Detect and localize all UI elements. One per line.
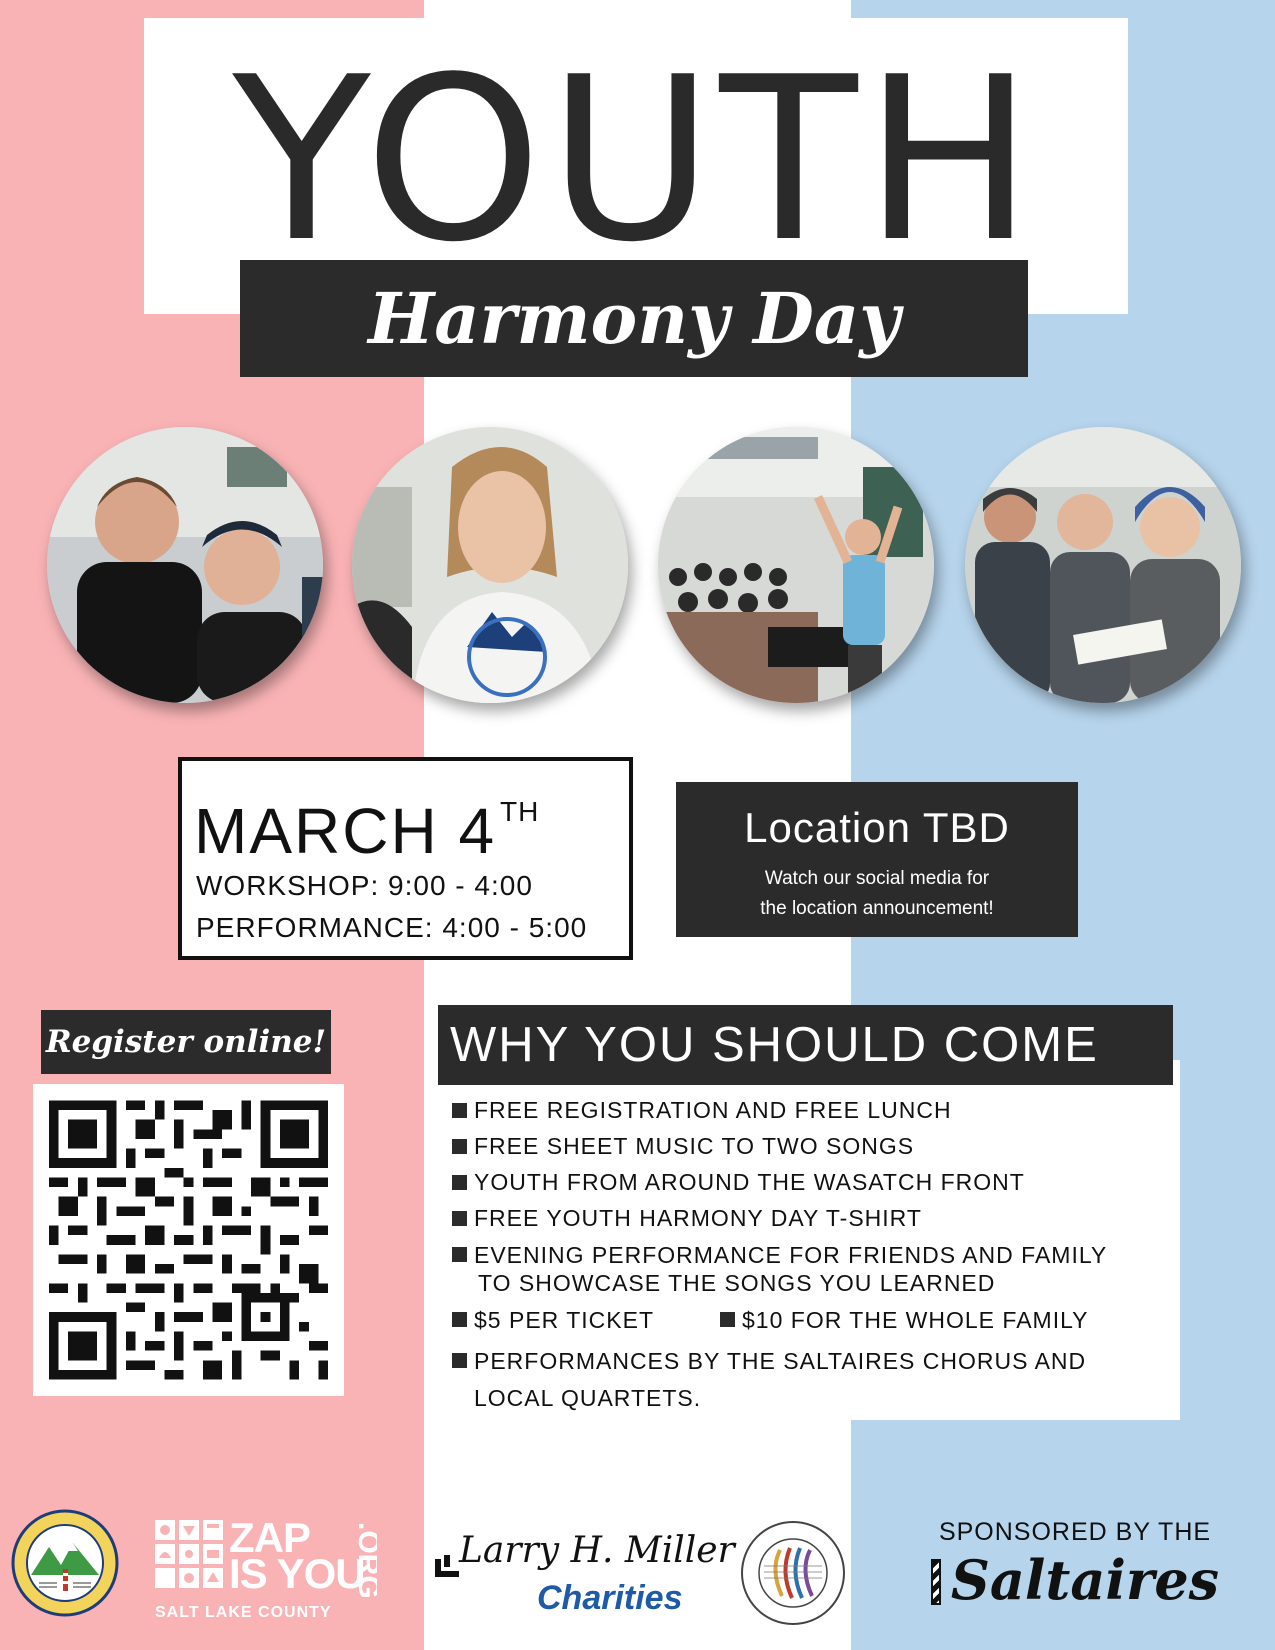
list-item: EVENING PERFORMANCE FOR FRIENDS AND FAMI… <box>450 1241 1170 1297</box>
photo-students-seated <box>965 427 1241 703</box>
bullet-square-icon <box>452 1175 467 1190</box>
lhm-charities-text: Charities <box>537 1579 683 1617</box>
barbershop-harmony-society-logo <box>740 1520 846 1626</box>
sponsor-label: SPONSORED BY THE <box>938 1518 1212 1546</box>
photo-image <box>47 427 323 703</box>
why-list: FREE REGISTRATION AND FREE LUNCH FREE SH… <box>450 1097 1170 1426</box>
list-item: FREE SHEET MUSIC TO TWO SONGS <box>450 1133 1170 1160</box>
photo-students-singing <box>47 427 323 703</box>
list-item-text: EVENING PERFORMANCE FOR FRIENDS AND FAMI… <box>474 1242 1108 1268</box>
event-date: MARCH 4 TH <box>194 777 539 866</box>
zap-county-text: SALT LAKE COUNTY <box>155 1604 332 1621</box>
ticket-single: $5 PER TICKET <box>450 1306 654 1334</box>
registration-qr-code[interactable] <box>33 1084 344 1396</box>
page-subtitle: Harmony Day <box>368 277 900 360</box>
zap-is-you-logo: ZAP IS YOU .ORG SALT LAKE COUNTY <box>155 1517 385 1621</box>
photo-image <box>658 427 934 703</box>
list-item-text: YOUTH FROM AROUND THE WASATCH FRONT <box>474 1169 1025 1195</box>
lhm-signature: Larry H. Miller <box>459 1530 735 1571</box>
rocky-mountain-district-logo <box>11 1509 119 1617</box>
bullet-square-icon <box>452 1139 467 1154</box>
bullet-square-icon <box>452 1211 467 1226</box>
photo-image <box>965 427 1241 703</box>
event-date-text: MARCH 4 <box>194 795 497 867</box>
barbershop-harmony-society-icon <box>741 1521 845 1625</box>
list-item: FREE REGISTRATION AND FREE LUNCH <box>450 1097 1170 1124</box>
list-item-text: FREE REGISTRATION AND FREE LUNCH <box>474 1097 952 1123</box>
zap-org-vertical: .ORG <box>352 1522 377 1599</box>
bullet-square-icon <box>452 1353 467 1368</box>
page-title: YOUTH <box>232 29 1040 292</box>
bullet-square-icon <box>452 1312 467 1327</box>
photo-image <box>352 427 628 703</box>
rocky-mountain-district-icon <box>11 1509 119 1617</box>
list-item-text-continued: TO SHOWCASE THE SONGS YOU LEARNED <box>478 1270 996 1296</box>
location-note-line-2: the location announcement! <box>760 898 994 919</box>
photo-student-youth-shirt <box>352 427 628 703</box>
barber-pole-icon <box>930 1559 941 1605</box>
location-box: Location TBD Watch our social media for … <box>676 782 1078 937</box>
zap-pattern-icon <box>155 1520 223 1588</box>
bullet-square-icon <box>452 1103 467 1118</box>
list-item: PERFORMANCES BY THE SALTAIRES CHORUS AND… <box>450 1343 1170 1417</box>
sponsor-name-text: Saltaires <box>950 1548 1220 1612</box>
location-note: Watch our social media for the location … <box>676 864 1078 924</box>
ticket-prices: $5 PER TICKET $10 FOR THE WHOLE FAMILY <box>450 1306 1170 1334</box>
list-item-text-continued: LOCAL QUARTETS. <box>474 1385 702 1411</box>
list-item-text: FREE SHEET MUSIC TO TWO SONGS <box>474 1133 915 1159</box>
ticket-family-text: $10 FOR THE WHOLE FAMILY <box>742 1307 1089 1333</box>
zap-org-text: .ORG <box>352 1522 377 1599</box>
ticket-single-text: $5 PER TICKET <box>474 1307 655 1333</box>
list-item-text: PERFORMANCES BY THE SALTAIRES CHORUS AND <box>474 1348 1087 1374</box>
photo-director-group <box>658 427 934 703</box>
why-heading: WHY YOU SHOULD COME <box>438 1005 1173 1085</box>
list-item: FREE YOUTH HARMONY DAY T-SHIRT <box>450 1205 1170 1232</box>
list-item: YOUTH FROM AROUND THE WASATCH FRONT <box>450 1169 1170 1196</box>
performance-time: PERFORMANCE: 4:00 - 5:00 <box>196 912 588 943</box>
register-online-label: Register online! <box>41 1010 331 1074</box>
sponsor-block: SPONSORED BY THE Saltaires <box>930 1517 1220 1613</box>
lhm-mark-icon <box>435 1555 459 1577</box>
list-item-text: FREE YOUTH HARMONY DAY T-SHIRT <box>474 1205 922 1231</box>
qr-code-icon <box>49 1100 328 1380</box>
location-note-line-1: Watch our social media for <box>764 868 990 889</box>
sponsor-name: Saltaires <box>930 1547 1220 1613</box>
bullet-square-icon <box>452 1247 467 1262</box>
event-date-box: MARCH 4 TH WORKSHOP: 9:00 - 4:00 PERFORMA… <box>178 757 633 960</box>
larry-h-miller-charities-logo: Larry H. Miller Charities <box>433 1525 735 1617</box>
location-title: Location TBD <box>744 804 1010 851</box>
workshop-time: WORKSHOP: 9:00 - 4:00 <box>196 870 533 901</box>
bullet-square-icon <box>720 1312 735 1327</box>
ticket-family: $10 FOR THE WHOLE FAMILY <box>718 1306 1089 1334</box>
event-date-suffix: TH <box>500 796 540 827</box>
